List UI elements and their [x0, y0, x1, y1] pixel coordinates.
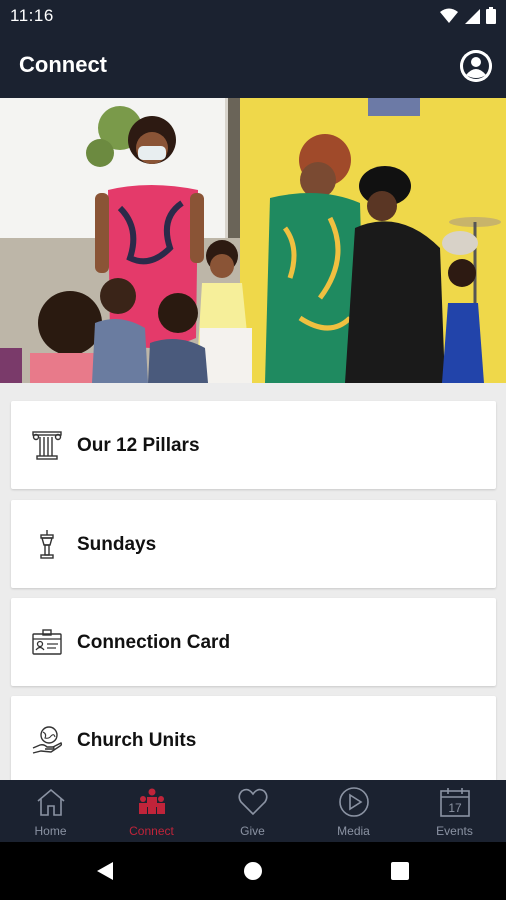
nav-label: Events [436, 824, 473, 838]
calendar-day: 17 [448, 801, 462, 815]
profile-button[interactable] [460, 50, 492, 82]
app-bar: Connect [0, 30, 506, 98]
system-nav-bar [0, 842, 506, 900]
page-title: Connect [19, 52, 107, 77]
nav-item-home[interactable]: Home [0, 780, 101, 842]
bottom-nav: Home Connect Give Media 17 Events [0, 780, 506, 842]
card-our-12-pillars[interactable]: Our 12 Pillars [11, 401, 496, 489]
pillar-icon [32, 431, 62, 460]
podium-icon [40, 530, 54, 559]
status-bar: 11:16 [0, 0, 506, 30]
back-icon[interactable] [95, 861, 115, 881]
nav-label: Media [337, 824, 370, 838]
user-icon [460, 50, 492, 82]
hero-photo [0, 98, 506, 383]
recents-icon[interactable] [390, 861, 410, 881]
card-church-units[interactable]: Church Units [11, 696, 496, 784]
signal-icon [465, 8, 480, 24]
status-time: 11:16 [10, 6, 54, 25]
nav-item-connect[interactable]: Connect [101, 780, 202, 842]
battery-icon [486, 7, 496, 24]
card-connection-card[interactable]: Connection Card [11, 598, 496, 686]
card-label: Our 12 Pillars [77, 435, 200, 456]
card-label: Sundays [77, 534, 157, 555]
heart-icon [238, 788, 268, 816]
status-icons [440, 7, 496, 24]
card-sundays[interactable]: Sundays [11, 500, 496, 588]
nav-label: Home [34, 824, 67, 838]
wifi-icon [440, 8, 458, 23]
home-circle-icon[interactable] [243, 861, 263, 881]
id-card-icon [32, 629, 62, 655]
nav-item-events[interactable]: 17 Events [404, 780, 505, 842]
nav-label: Connect [129, 824, 174, 838]
nav-label: Give [240, 824, 265, 838]
play-icon [339, 787, 369, 817]
home-icon [37, 788, 65, 816]
people-icon [139, 788, 165, 814]
card-label: Connection Card [77, 632, 231, 653]
calendar-icon: 17 [440, 788, 470, 817]
nav-item-media[interactable]: Media [303, 780, 404, 842]
globe-hand-icon [32, 726, 63, 754]
nav-item-give[interactable]: Give [202, 780, 303, 842]
card-label: Church Units [77, 730, 197, 751]
